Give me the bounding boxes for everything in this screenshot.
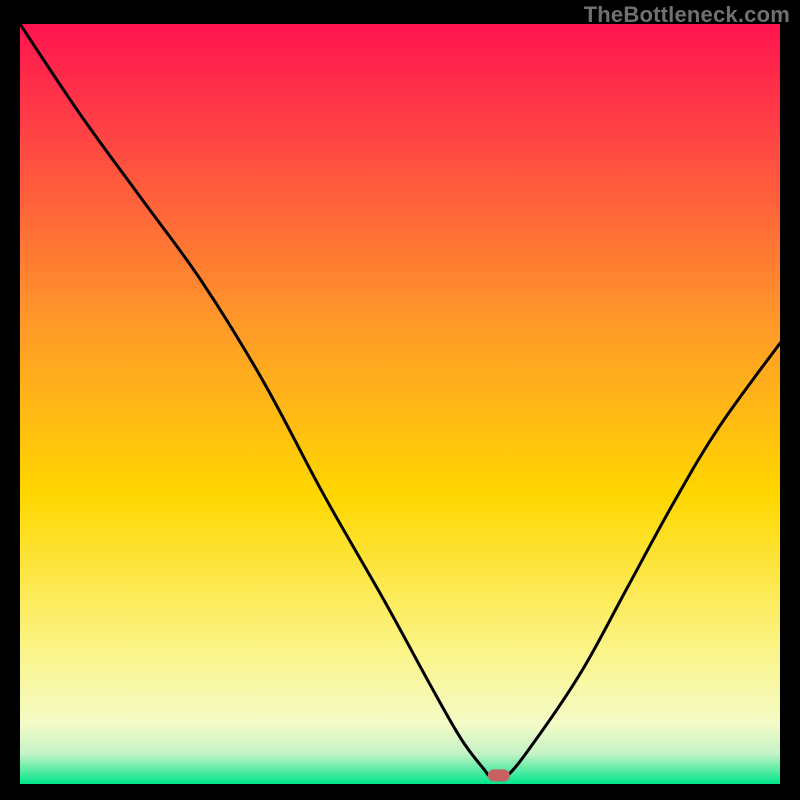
- plot-frame: [20, 24, 780, 784]
- chart-container: TheBottleneck.com: [0, 0, 800, 800]
- chart-svg: [20, 24, 780, 784]
- chart-background: [20, 24, 780, 784]
- watermark-text: TheBottleneck.com: [584, 2, 790, 28]
- optimum-marker: [488, 769, 510, 781]
